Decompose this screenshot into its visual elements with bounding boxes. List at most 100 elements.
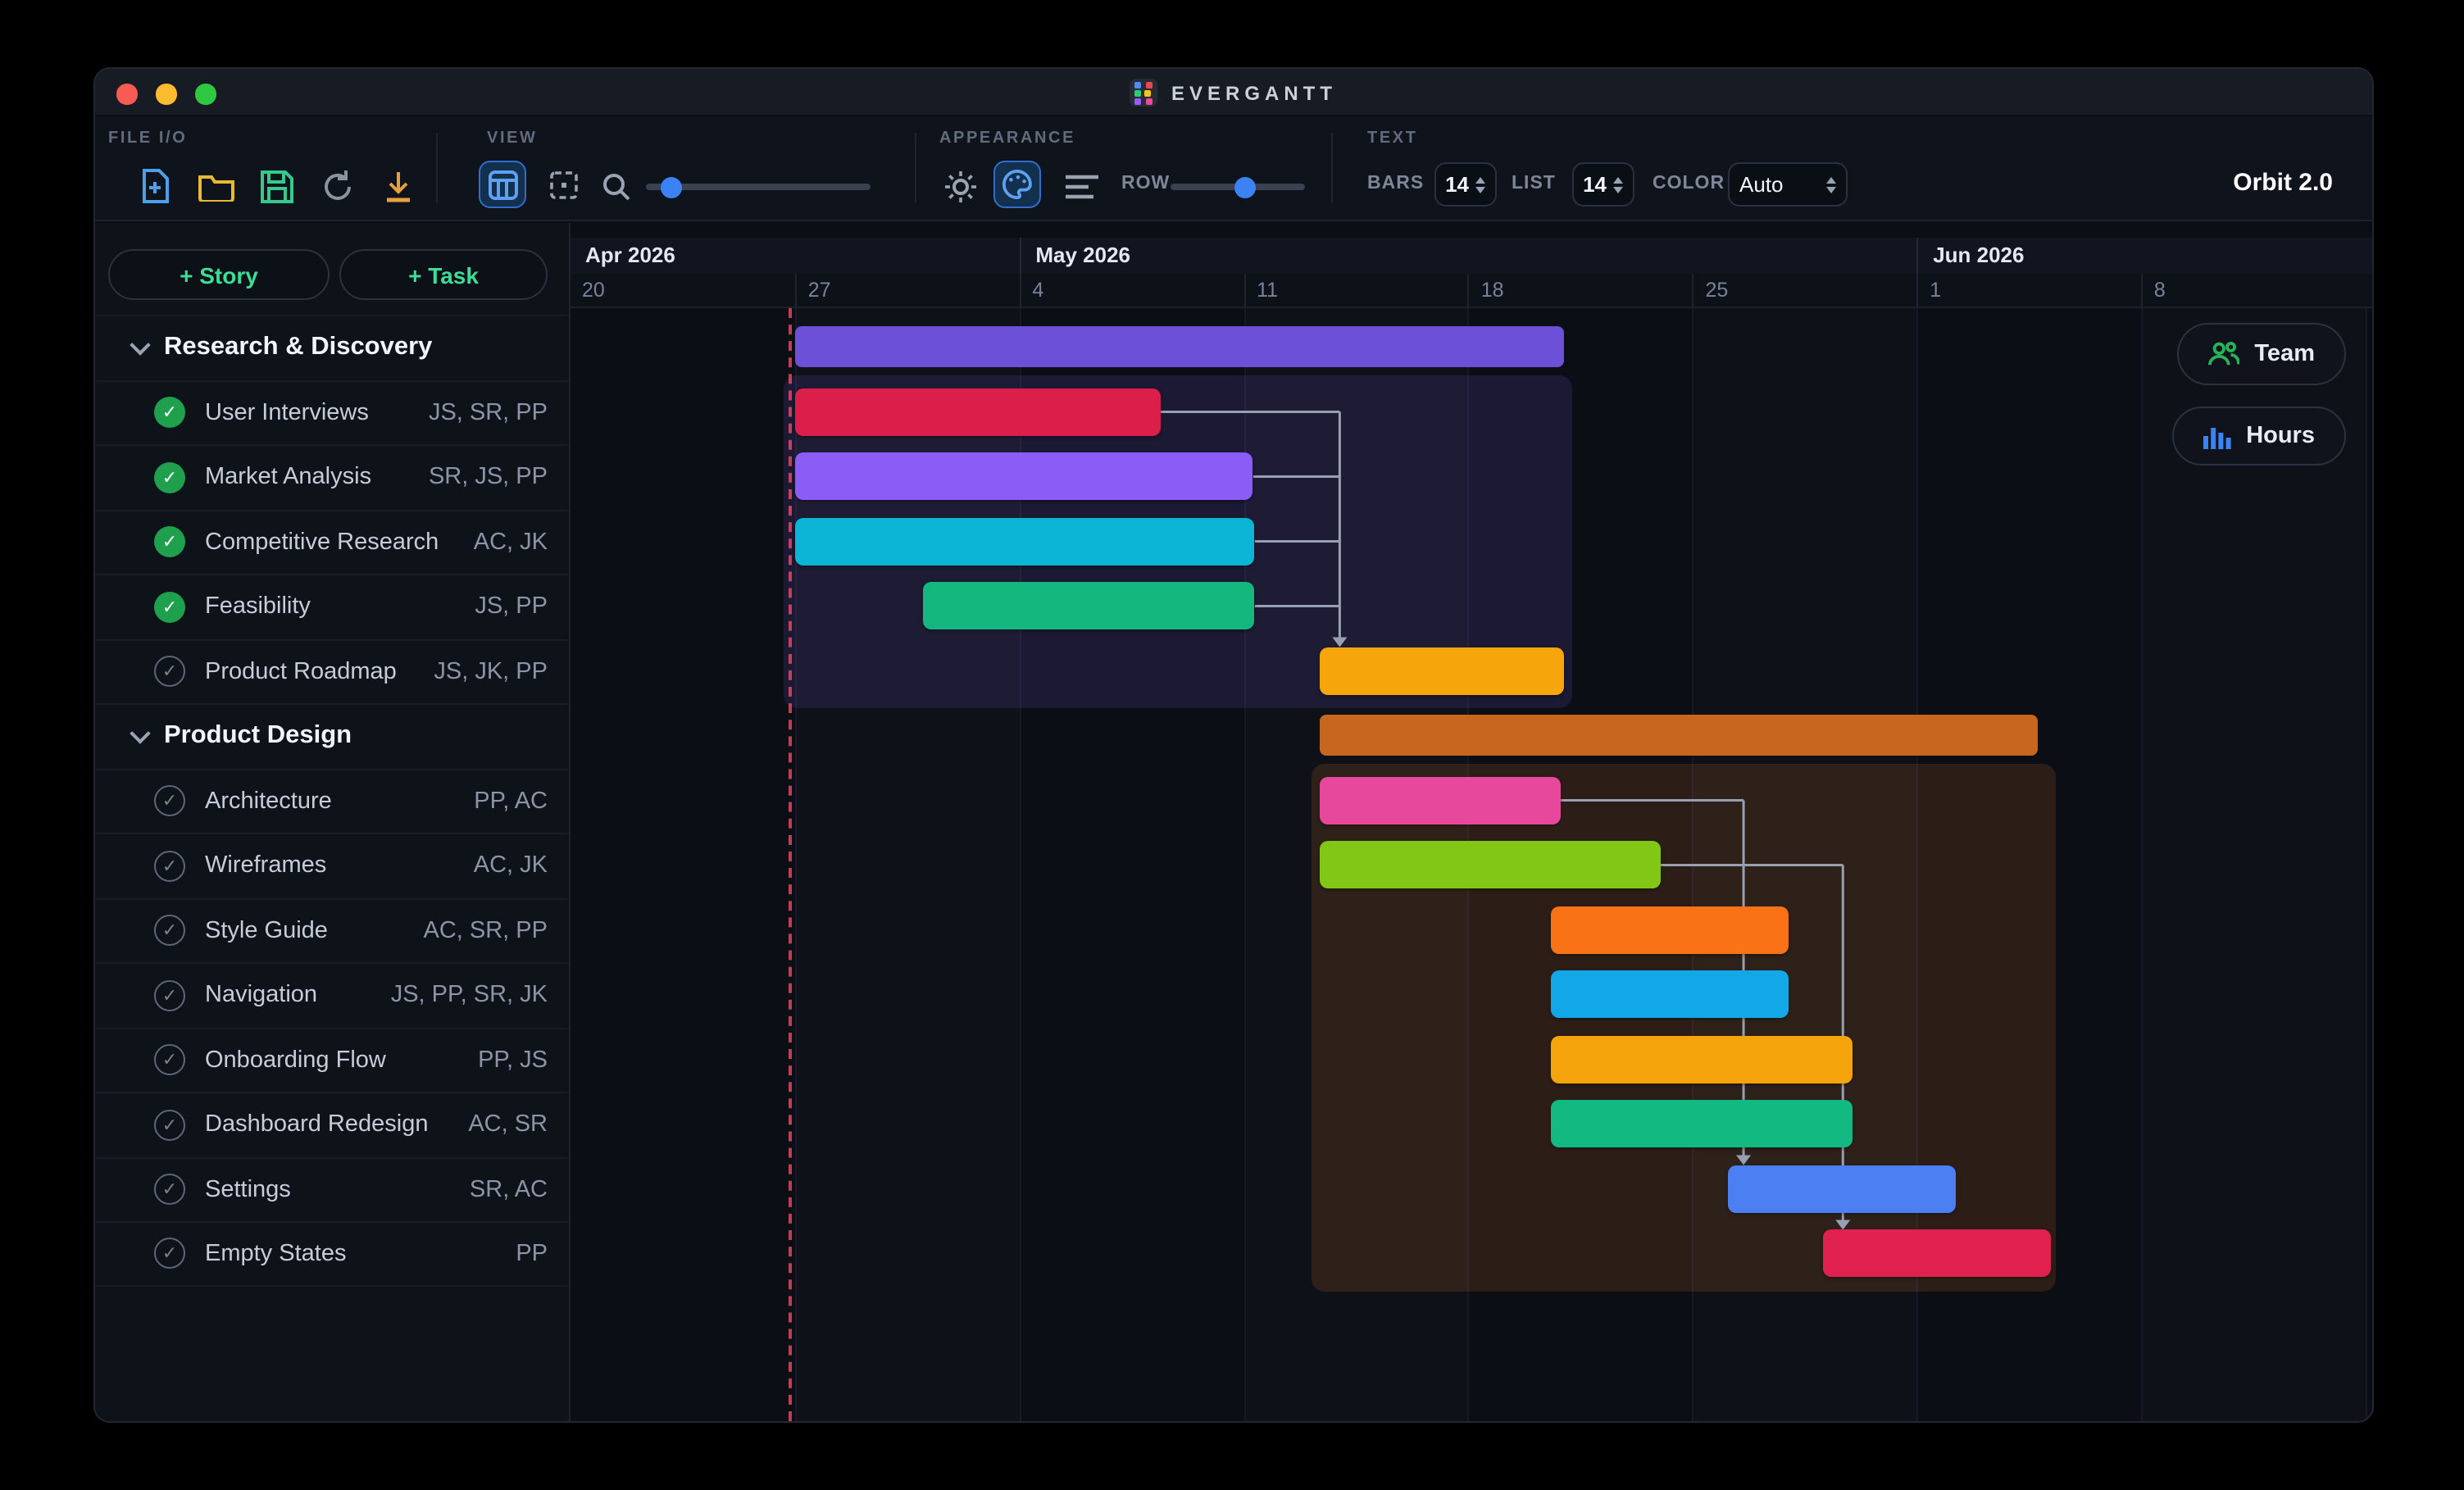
task-assignees: JS, PP, SR, JK bbox=[391, 983, 548, 1009]
row-lines-icon[interactable] bbox=[1062, 167, 1102, 207]
task-bar[interactable] bbox=[795, 518, 1255, 566]
task-bar[interactable] bbox=[1551, 1036, 1853, 1083]
task-label: Navigation bbox=[205, 983, 317, 1009]
task-label: User Interviews bbox=[205, 400, 369, 426]
task-row[interactable]: ✓Market AnalysisSR, JS, PP bbox=[95, 444, 569, 509]
app-title: EVERGANTT bbox=[1171, 81, 1337, 104]
task-bar[interactable] bbox=[1321, 842, 1660, 889]
task-done-icon[interactable]: ✓ bbox=[154, 592, 185, 623]
task-todo-icon[interactable]: ✓ bbox=[154, 656, 185, 688]
row-label: ROW bbox=[1121, 174, 1170, 193]
task-assignees: AC, JK bbox=[474, 853, 548, 879]
task-label: Market Analysis bbox=[205, 465, 371, 491]
color-select[interactable]: Auto bbox=[1728, 162, 1848, 207]
row-slider-knob[interactable] bbox=[1235, 176, 1257, 198]
search-icon[interactable] bbox=[597, 167, 636, 207]
week-tick: 1 bbox=[1916, 273, 2141, 308]
task-done-icon[interactable]: ✓ bbox=[154, 527, 185, 558]
task-todo-icon[interactable]: ✓ bbox=[154, 786, 185, 817]
task-bar[interactable] bbox=[1551, 1101, 1853, 1148]
task-row[interactable]: ✓Empty StatesPP bbox=[95, 1221, 569, 1286]
group-header[interactable]: Research & Discovery bbox=[95, 315, 569, 379]
bars-size-value: 14 bbox=[1445, 172, 1469, 197]
task-bar[interactable] bbox=[795, 453, 1253, 501]
team-button[interactable]: Team bbox=[2177, 323, 2346, 385]
task-row[interactable]: ✓ Navigation JS, PP, SR, JK bbox=[95, 962, 569, 1027]
week-tick: 4 bbox=[1019, 273, 1243, 308]
row-slider[interactable] bbox=[1171, 184, 1305, 190]
hours-icon bbox=[2203, 423, 2231, 449]
task-bar[interactable] bbox=[795, 388, 1161, 436]
task-assignees: JS, JK, PP bbox=[434, 659, 548, 685]
task-list: Research & Discovery ✓ User Interviews JS, … bbox=[95, 315, 569, 1286]
task-assignees: SR, AC bbox=[470, 1177, 548, 1203]
group-header[interactable]: Product Design bbox=[95, 703, 569, 768]
task-bar[interactable] bbox=[923, 583, 1255, 630]
task-row[interactable]: ✓FeasibilityJS, PP bbox=[95, 574, 569, 638]
task-row[interactable]: ✓Dashboard RedesignAC, SR bbox=[95, 1092, 569, 1156]
task-bar[interactable] bbox=[1551, 906, 1788, 954]
file-io-section-label: FILE I/O bbox=[108, 129, 187, 148]
hours-button[interactable]: Hours bbox=[2172, 407, 2346, 466]
task-assignees: AC, JK bbox=[474, 529, 548, 556]
task-bar[interactable] bbox=[1321, 777, 1561, 824]
save-icon[interactable] bbox=[257, 167, 297, 207]
frame-view-button[interactable] bbox=[539, 161, 587, 208]
zoom-slider-knob[interactable] bbox=[660, 176, 681, 198]
add-story-button[interactable]: + Story bbox=[108, 249, 330, 300]
task-row[interactable]: ✓ User Interviews JS, SR, PP bbox=[95, 379, 569, 444]
task-row[interactable]: ✓ Competitive Research AC, JK bbox=[95, 509, 569, 574]
task-todo-icon[interactable]: ✓ bbox=[154, 1110, 185, 1141]
team-button-label: Team bbox=[2254, 341, 2315, 367]
task-row[interactable]: ✓ Product Roadmap JS, JK, PP bbox=[95, 638, 569, 703]
task-label: Competitive Research bbox=[205, 529, 439, 556]
task-todo-icon[interactable]: ✓ bbox=[154, 980, 185, 1011]
export-icon[interactable] bbox=[379, 167, 418, 207]
task-done-icon[interactable]: ✓ bbox=[154, 462, 185, 493]
list-size-stepper[interactable]: 14 bbox=[1572, 162, 1634, 207]
task-todo-icon[interactable]: ✓ bbox=[154, 1238, 185, 1270]
chevron-down-icon[interactable] bbox=[130, 723, 150, 743]
add-task-button[interactable]: + Task bbox=[339, 249, 548, 300]
list-label: LIST bbox=[1512, 174, 1556, 193]
task-label: Product Roadmap bbox=[205, 659, 397, 685]
palette-button[interactable] bbox=[993, 161, 1041, 208]
week-tick: 11 bbox=[1243, 273, 1468, 308]
task-row[interactable]: ✓WireframesAC, JK bbox=[95, 833, 569, 897]
timeline-months-row: Apr 2026May 2026Jun 2026 bbox=[571, 238, 2372, 273]
task-bar[interactable] bbox=[1321, 647, 1564, 695]
bars-size-stepper[interactable]: 14 bbox=[1434, 162, 1497, 207]
task-bar[interactable] bbox=[1824, 1230, 2052, 1278]
stepper-chevrons-icon[interactable] bbox=[1613, 176, 1623, 193]
story-summary-bar[interactable] bbox=[1321, 715, 2039, 756]
task-bar[interactable] bbox=[1551, 971, 1788, 1019]
task-label: Empty States bbox=[205, 1241, 346, 1267]
app-window: EVERGANTT FILE I/O VIEW bbox=[93, 67, 2374, 1423]
new-file-icon[interactable] bbox=[134, 167, 174, 207]
task-todo-icon[interactable]: ✓ bbox=[154, 1045, 185, 1076]
light-mode-icon[interactable] bbox=[941, 167, 980, 207]
task-todo-icon[interactable]: ✓ bbox=[154, 851, 185, 882]
task-row[interactable]: ✓Style GuideAC, SR, PP bbox=[95, 897, 569, 962]
story-summary-bar[interactable] bbox=[795, 327, 1564, 368]
task-row[interactable]: ✓Onboarding FlowPP, JS bbox=[95, 1027, 569, 1092]
task-todo-icon[interactable]: ✓ bbox=[154, 915, 185, 947]
task-done-icon[interactable]: ✓ bbox=[154, 397, 185, 429]
task-row[interactable]: ✓ Settings SR, AC bbox=[95, 1156, 569, 1221]
task-label: Dashboard Redesign bbox=[205, 1112, 428, 1138]
refresh-icon[interactable] bbox=[318, 167, 357, 207]
text-section-label: TEXT bbox=[1367, 129, 1418, 148]
task-todo-icon[interactable]: ✓ bbox=[154, 1174, 185, 1206]
chevron-down-icon[interactable] bbox=[130, 334, 150, 355]
task-label: Settings bbox=[205, 1177, 291, 1203]
zoom-slider[interactable] bbox=[646, 184, 871, 190]
table-view-button[interactable] bbox=[479, 161, 526, 208]
stepper-chevrons-icon[interactable] bbox=[1475, 176, 1485, 193]
task-row[interactable]: ✓ArchitecturePP, AC bbox=[95, 768, 569, 833]
team-icon bbox=[2208, 341, 2239, 367]
month-cell: Apr 2026 bbox=[571, 238, 1019, 273]
table-view-icon bbox=[488, 170, 517, 199]
task-assignees: JS, SR, PP bbox=[429, 400, 548, 426]
task-bar[interactable] bbox=[1728, 1165, 1956, 1213]
open-folder-icon[interactable] bbox=[197, 167, 236, 207]
